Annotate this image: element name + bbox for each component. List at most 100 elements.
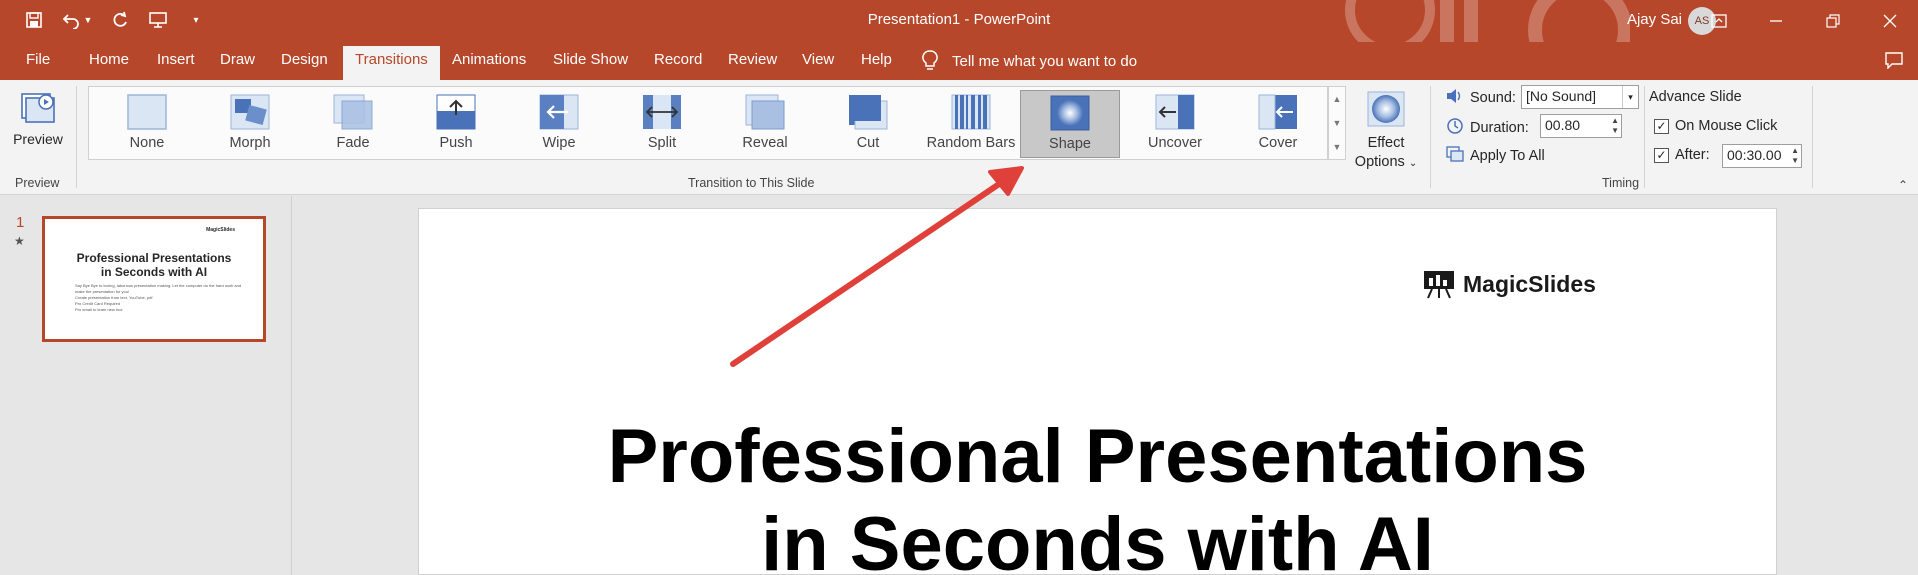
comments-icon[interactable] <box>1884 51 1904 74</box>
transition-label: Split <box>647 135 677 151</box>
effect-options-icon <box>1367 91 1405 127</box>
thumb-title-line: Professional Presentations <box>76 251 232 265</box>
user-name[interactable]: Ajay Sai <box>1627 11 1682 28</box>
tab-home[interactable]: Home <box>89 51 129 68</box>
preview-button[interactable]: Preview <box>10 88 66 147</box>
gallery-more-icon[interactable]: ▼ <box>1333 142 1342 152</box>
transition-fade-icon <box>332 93 374 131</box>
thumb-title: Professional Presentations in Seconds wi… <box>45 251 263 279</box>
after-time-stepper[interactable]: 00:30.00 ▲ ▼ <box>1722 144 1802 168</box>
group-separator-light <box>1644 86 1645 188</box>
transition-cover[interactable]: Cover <box>1228 90 1328 158</box>
chevron-down-icon[interactable]: ▾ <box>1622 86 1638 108</box>
tab-slide-show[interactable]: Slide Show <box>553 51 628 68</box>
thumb-logo: MagicSlides <box>206 227 235 233</box>
slide-title[interactable]: Professional Presentations in Seconds wi… <box>419 413 1776 575</box>
sound-dropdown[interactable]: [No Sound] ▾ <box>1521 85 1639 109</box>
apply-all-icon <box>1446 146 1464 166</box>
slide-logo[interactable]: MagicSlides <box>1423 269 1596 299</box>
tell-me-search[interactable]: Tell me what you want to do <box>922 50 1137 72</box>
transition-label: Cover <box>1258 135 1298 151</box>
transition-star-icon: ★ <box>14 234 25 248</box>
transition-shape[interactable]: Shape <box>1020 90 1120 158</box>
transition-label: Fade <box>336 135 370 151</box>
tab-design[interactable]: Design <box>281 51 328 68</box>
effect-options-label-1: Effect <box>1367 135 1405 151</box>
slide-thumbnail-pane: 1 ★ MagicSlides Professional Presentatio… <box>0 196 292 575</box>
effect-options-label-2: Options ⌄ <box>1354 154 1418 170</box>
transition-push[interactable]: Push <box>406 90 506 158</box>
transition-wipe[interactable]: Wipe <box>509 90 609 158</box>
gallery-scroll[interactable]: ▲ ▼ ▼ <box>1328 86 1346 160</box>
transition-label: None <box>129 135 165 151</box>
ribbon: Preview Preview None Morph Fade Push Wip… <box>0 80 1918 195</box>
close-icon[interactable] <box>1861 0 1918 42</box>
transition-split-icon <box>641 93 683 131</box>
preview-label: Preview <box>13 131 63 147</box>
apply-to-all-button[interactable]: Apply To All <box>1446 146 1545 166</box>
tab-file[interactable]: File <box>26 51 50 68</box>
transition-none-icon <box>126 93 168 131</box>
tab-transitions[interactable]: Transitions <box>343 46 440 80</box>
tab-view[interactable]: View <box>802 51 834 68</box>
transition-reveal[interactable]: Reveal <box>715 90 815 158</box>
transition-random-bars-icon <box>950 93 992 131</box>
scroll-up-icon[interactable]: ▲ <box>1333 94 1342 104</box>
group-label-transitions: Transition to This Slide <box>688 176 815 190</box>
transition-wipe-icon <box>538 93 580 131</box>
group-separator <box>1812 86 1813 188</box>
tab-help[interactable]: Help <box>861 51 892 68</box>
on-mouse-click-option[interactable]: ✓ On Mouse Click <box>1654 118 1777 134</box>
transition-none[interactable]: None <box>97 90 197 158</box>
transition-label: Reveal <box>742 135 788 151</box>
duration-row: Duration: <box>1446 117 1529 139</box>
ribbon-display-options-icon[interactable] <box>1690 0 1747 42</box>
spin-arrows-icon[interactable]: ▲ ▼ <box>1791 146 1799 166</box>
on-mouse-click-checkbox[interactable]: ✓ <box>1654 118 1669 134</box>
transition-morph-icon <box>229 93 271 131</box>
transition-label: Uncover <box>1148 135 1202 151</box>
tab-draw[interactable]: Draw <box>220 51 255 68</box>
transition-cut[interactable]: Cut <box>818 90 918 158</box>
speaker-icon <box>1446 88 1464 108</box>
on-mouse-click-label: On Mouse Click <box>1675 118 1778 134</box>
clock-icon <box>1446 117 1464 139</box>
thumb-body: Say Bye Bye to boring, laborious present… <box>75 283 245 313</box>
tab-record[interactable]: Record <box>654 51 702 68</box>
transition-gallery: None Morph Fade Push Wipe Split Reveal C… <box>88 86 1328 160</box>
restore-icon[interactable] <box>1804 0 1861 42</box>
slide-number: 1 <box>16 214 25 231</box>
minimize-icon[interactable] <box>1747 0 1804 42</box>
thumb-title-line: in Seconds with AI <box>100 265 208 279</box>
thumb-body-line: Say Bye Bye to boring, laborious present… <box>75 283 242 294</box>
transition-uncover[interactable]: Uncover <box>1125 90 1225 158</box>
transition-uncover-icon <box>1154 93 1196 131</box>
after-checkbox[interactable]: ✓ <box>1654 147 1669 163</box>
scroll-down-icon[interactable]: ▼ <box>1333 118 1342 128</box>
transition-split[interactable]: Split <box>612 90 712 158</box>
tab-review[interactable]: Review <box>728 51 777 68</box>
collapse-ribbon-icon[interactable]: ⌃ <box>1898 178 1908 192</box>
transition-fade[interactable]: Fade <box>303 90 403 158</box>
tell-me-label: Tell me what you want to do <box>952 52 1138 70</box>
chevron-down-icon: ⌄ <box>1408 158 1418 169</box>
preview-icon <box>21 93 55 123</box>
transition-reveal-icon <box>744 93 786 131</box>
slide-thumbnail[interactable]: MagicSlides Professional Presentations i… <box>42 216 266 342</box>
tab-insert[interactable]: Insert <box>157 51 195 68</box>
after-label: After: <box>1675 147 1710 163</box>
duration-stepper[interactable]: 00.80 ▲ ▼ <box>1540 114 1622 138</box>
transition-push-icon <box>435 93 477 131</box>
transition-random-bars[interactable]: Random Bars <box>921 90 1021 158</box>
title-bar: ▼ ▾ Presentation1 - PowerPoint Ajay Sai … <box>0 0 1918 42</box>
ribbon-tabs: File Home Insert Draw Design Transitions… <box>0 42 1918 80</box>
duration-value: 00.80 <box>1545 117 1581 133</box>
group-label-timing: Timing <box>1602 176 1640 190</box>
after-option[interactable]: ✓ After: <box>1654 147 1710 163</box>
slide-canvas[interactable]: MagicSlides Professional Presentations i… <box>418 208 1777 575</box>
sound-row: Sound: <box>1446 88 1516 108</box>
transition-morph[interactable]: Morph <box>200 90 300 158</box>
tab-animations[interactable]: Animations <box>452 51 526 68</box>
effect-options-button[interactable]: Effect Options ⌄ <box>1346 90 1426 173</box>
spin-arrows-icon[interactable]: ▲ ▼ <box>1611 116 1619 136</box>
